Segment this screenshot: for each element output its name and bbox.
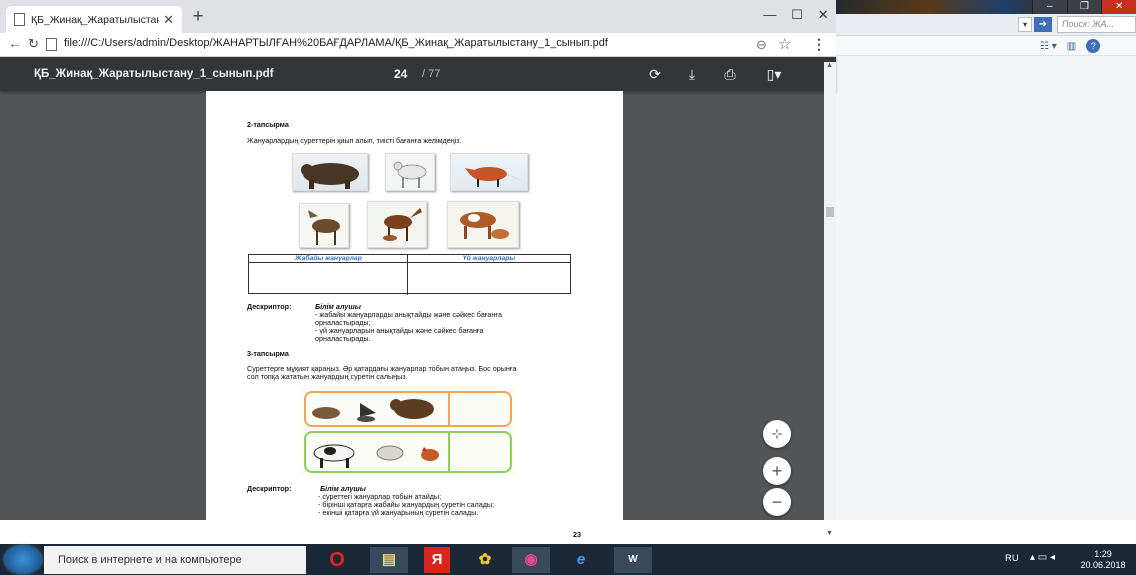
goat-picture — [385, 153, 435, 191]
download-icon[interactable]: ⤓ — [682, 66, 702, 83]
view-options-icon[interactable]: ☷ ▾ — [1040, 41, 1057, 52]
zoom-icon[interactable]: ⊖ — [756, 37, 767, 53]
descriptor2-label: Дескриптор: — [247, 484, 292, 493]
chrome-menu-icon[interactable]: ⋮ — [812, 36, 826, 53]
restore-icon[interactable]: ❐ — [1066, 0, 1102, 14]
dropdown-icon[interactable]: ▾ — [1018, 17, 1032, 32]
sorting-table: Жабайы жануарлар Үй жануарлары — [248, 254, 571, 295]
taskbar-search-input[interactable]: Поиск в интернете и на компьютере — [44, 546, 306, 574]
close-icon[interactable]: ✕ — [818, 7, 829, 27]
bookmark-icon[interactable]: ▯▾ — [760, 66, 788, 83]
internet-explorer-icon[interactable]: e — [562, 547, 600, 573]
clock-time: 1:29 — [1094, 549, 1112, 559]
start-button[interactable] — [5, 546, 41, 573]
scrollbar[interactable] — [824, 62, 836, 520]
task3-instruction: сол топқа жататын жануардың суретін салы… — [247, 372, 408, 381]
task3-title: 3-тапсырма — [247, 349, 289, 358]
chrome-icon[interactable]: ◉ — [512, 547, 550, 573]
task2-title: 2-тапсырма — [247, 120, 289, 129]
paint-icon[interactable]: ✿ — [466, 547, 504, 573]
minimize-icon[interactable]: — — [763, 7, 776, 27]
opera-icon[interactable]: O — [318, 547, 356, 573]
scroll-down-icon[interactable]: ▼ — [826, 530, 833, 537]
descriptor-line: орналастырады. — [315, 334, 371, 343]
print-icon[interactable]: ⎙ — [720, 66, 740, 83]
background-window — [836, 14, 1136, 520]
zoom-out-button[interactable]: − — [763, 488, 791, 516]
page-total: / 77 — [422, 68, 441, 80]
pdf-filename: ҚБ_Жинақ_Жаратылыстану_1_сынып.pdf — [34, 68, 274, 80]
file-icon — [46, 38, 57, 51]
browser-tab[interactable]: ҚБ_Жинақ_Жаратылыстану_1... ✕ — [6, 6, 182, 33]
descriptor-label: Дескриптор: — [247, 302, 292, 311]
minimize-icon[interactable]: – — [1032, 0, 1067, 14]
clock-date: 20.06.2018 — [1080, 560, 1126, 570]
background-toolbar-icons: ☷ ▾ ▥ ? — [1040, 38, 1136, 54]
forward-icon[interactable]: ➜ — [1034, 17, 1052, 32]
moose-picture — [299, 203, 349, 248]
word-icon[interactable]: W — [614, 547, 652, 573]
tab-close-icon[interactable]: ✕ — [163, 12, 174, 28]
page-number-input[interactable]: 24 — [394, 67, 407, 81]
language-indicator[interactable]: RU — [1005, 553, 1019, 564]
bear-picture — [292, 153, 368, 191]
tab-title: ҚБ_Жинақ_Жаратылыстану_1... — [31, 13, 159, 26]
scrollbar-thumb[interactable] — [826, 207, 834, 217]
task2-instruction: Жануарлардың суреттерін қиып алып, тиіст… — [247, 136, 462, 145]
page-footer-number: 23 — [573, 530, 581, 539]
maximize-icon[interactable]: ☐ — [791, 7, 803, 27]
clock[interactable]: 1:29 20.06.2018 — [1080, 549, 1126, 571]
bookmark-star-icon[interactable]: ☆ — [778, 35, 791, 53]
back-icon[interactable]: ← — [8, 35, 22, 51]
yandex-icon[interactable]: Я — [424, 547, 450, 573]
close-icon[interactable]: ✕ — [1101, 0, 1136, 14]
fit-page-button[interactable]: ⊹ — [763, 420, 791, 448]
scroll-up-icon[interactable]: ▲ — [826, 62, 833, 69]
col-wild-header: Жабайы жануарлар — [295, 255, 362, 262]
fox-picture — [450, 153, 528, 191]
descriptor2-line: - екінші қатарға үй жануарының суретін с… — [318, 508, 479, 517]
domestic-animals-row — [304, 431, 512, 473]
col-domestic-header: Үй жануарлары — [462, 255, 516, 262]
tray-icons[interactable]: ▴ ▭ ◂ — [1030, 552, 1055, 563]
background-search-input[interactable]: Поиск: ЖА... — [1057, 16, 1136, 33]
rotate-icon[interactable]: ⟳ — [645, 66, 665, 83]
document-icon — [14, 13, 25, 26]
background-window-controls: – ❐ ✕ — [1032, 0, 1136, 14]
cows-picture — [447, 201, 519, 248]
reload-icon[interactable]: ↻ — [28, 36, 39, 52]
horses-picture — [367, 201, 427, 248]
zoom-in-button[interactable]: + — [763, 457, 791, 485]
window-controls: — ☐ ✕ — [756, 7, 836, 27]
wild-animals-row — [304, 391, 512, 427]
help-icon[interactable]: ? — [1086, 39, 1101, 53]
new-tab-button[interactable]: + — [188, 7, 208, 27]
url-field[interactable]: file:///C:/Users/admin/Desktop/ЖАНАРТЫЛҒ… — [64, 37, 608, 49]
pane-icon[interactable]: ▥ — [1067, 41, 1076, 52]
file-explorer-icon[interactable]: ▤ — [370, 547, 408, 573]
